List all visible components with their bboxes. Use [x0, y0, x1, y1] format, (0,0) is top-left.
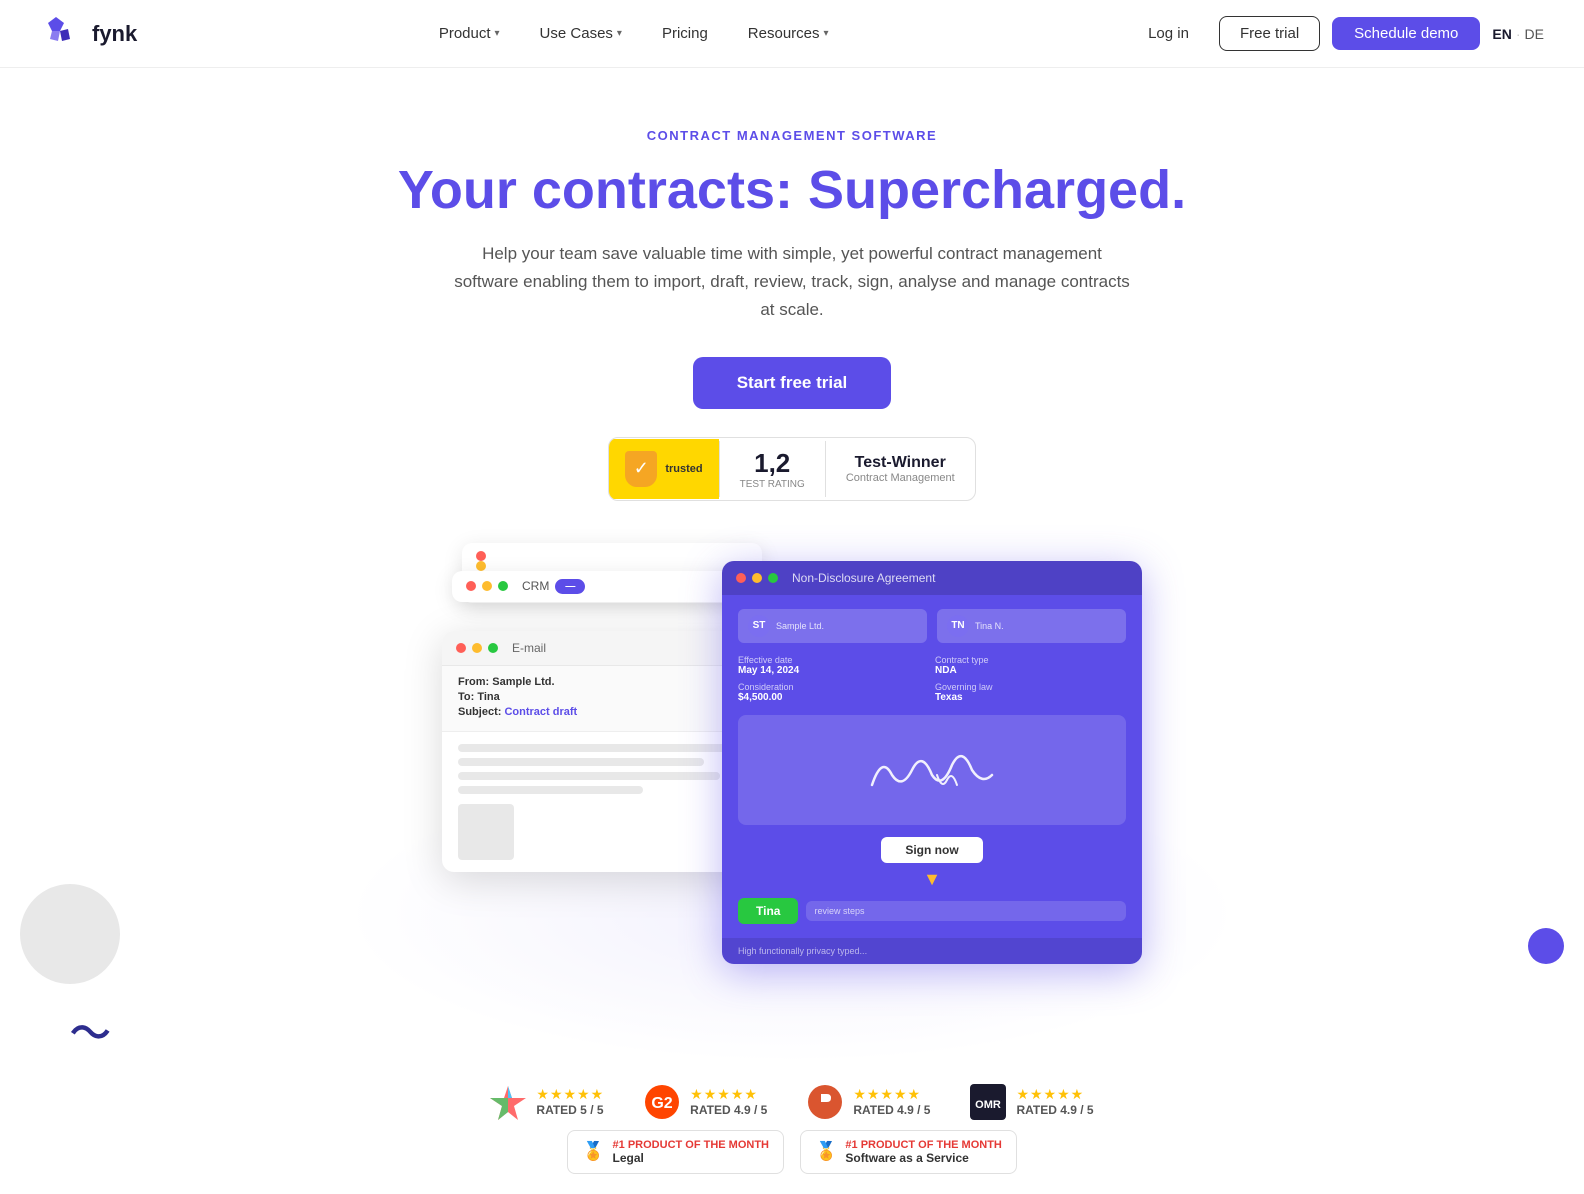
logo-icon: [40, 13, 82, 55]
schedule-demo-button[interactable]: Schedule demo: [1332, 17, 1480, 50]
nda-fields: Effective date May 14, 2024 Contract typ…: [738, 655, 1126, 703]
omr-logo: OMR: [970, 1084, 1006, 1120]
party1-avatar: ST: [748, 615, 770, 637]
nda-footer: High functionally privacy typed...: [722, 938, 1142, 964]
minimize-dot: [752, 573, 762, 583]
minimize-dot: [472, 643, 482, 653]
tina-button[interactable]: Tina: [738, 898, 798, 924]
logo[interactable]: fynk: [40, 13, 137, 55]
email-to: To: Tina: [458, 691, 766, 703]
chevron-down-icon: ▾: [824, 28, 829, 39]
expand-dot: [768, 573, 778, 583]
party2-name: Tina N.: [975, 621, 1004, 631]
nav-right: Log in Free trial Schedule demo EN · DE: [1130, 16, 1544, 51]
hero-title: Your contracts: Supercharged.: [20, 161, 1564, 220]
capterra-logo: [490, 1084, 526, 1120]
crm-pill: —: [555, 579, 585, 594]
badge-icon: 🏅: [582, 1141, 604, 1162]
consideration-field: Consideration $4,500.00: [738, 682, 929, 703]
g2-stars: ★★★★★: [690, 1086, 767, 1103]
email-line: [458, 786, 643, 794]
contract-type-field: Contract type NDA: [935, 655, 1126, 676]
badge-icon: 🏅: [815, 1141, 837, 1162]
trust-winner: Test-Winner Contract Management: [826, 444, 975, 494]
sign-arrow: ▼: [738, 869, 1126, 890]
producthunt-stars: ★★★★★: [853, 1086, 930, 1103]
product-badge-saas: 🏅 #1 PRODUCT OF THE MONTH Software as a …: [800, 1130, 1017, 1174]
signature-area: [738, 715, 1126, 825]
party2: TN Tina N.: [937, 609, 1126, 643]
trust-badge-left: ✓ trusted: [609, 439, 718, 499]
free-trial-button[interactable]: Free trial: [1219, 16, 1320, 51]
logo-text: fynk: [92, 21, 137, 47]
close-dot: [736, 573, 746, 583]
nda-window: Non-Disclosure Agreement ST Sample Ltd. …: [722, 561, 1142, 964]
product-badges: 🏅 #1 PRODUCT OF THE MONTH Legal 🏅 #1 PRO…: [0, 1130, 1584, 1194]
omr-stars: ★★★★★: [1016, 1086, 1093, 1103]
nda-content: ST Sample Ltd. TN Tina N. Effective date…: [722, 595, 1142, 938]
trust-score: 1,2 TEST RATING: [720, 438, 825, 500]
lang-en[interactable]: EN: [1492, 26, 1511, 42]
chevron-down-icon: ▾: [495, 28, 500, 39]
lang-de[interactable]: DE: [1525, 26, 1544, 42]
capterra-stars: ★★★★★: [536, 1086, 604, 1103]
capterra-label: RATED 5 / 5: [536, 1103, 604, 1117]
governing-law-field: Governing law Texas: [935, 682, 1126, 703]
party1: ST Sample Ltd.: [738, 609, 927, 643]
nav-pricing[interactable]: Pricing: [646, 17, 724, 50]
party2-avatar: TN: [947, 615, 969, 637]
screenshots-section: My files CRM — + E-mail: [0, 561, 1584, 1064]
email-line: [458, 758, 704, 766]
sign-now-container: Sign now: [738, 837, 1126, 863]
close-dot: [456, 643, 466, 653]
sign-steps: review steps: [806, 901, 1126, 921]
ratings-section: ★★★★★ RATED 5 / 5 G2 ★★★★★ RATED 4.9 / 5…: [0, 1064, 1584, 1130]
email-line: [458, 744, 735, 752]
screenshot-right: Non-Disclosure Agreement ST Sample Ltd. …: [722, 561, 1142, 964]
nav-resources[interactable]: Resources ▾: [732, 17, 845, 50]
nda-window-title: Non-Disclosure Agreement: [792, 571, 935, 585]
party1-name: Sample Ltd.: [776, 621, 824, 631]
nda-parties: ST Sample Ltd. TN Tina N.: [738, 609, 1126, 643]
svg-text:G2: G2: [652, 1095, 673, 1112]
login-button[interactable]: Log in: [1130, 17, 1207, 50]
nda-titlebar: Non-Disclosure Agreement: [722, 561, 1142, 595]
rating-capterra: ★★★★★ RATED 5 / 5: [490, 1084, 604, 1120]
decorative-circle-right: [1528, 928, 1564, 964]
decorative-squiggle: 〜: [68, 1012, 111, 1055]
nav-use-cases[interactable]: Use Cases ▾: [524, 17, 638, 50]
start-free-trial-button[interactable]: Start free trial: [693, 357, 892, 409]
language-switcher: EN · DE: [1492, 26, 1544, 42]
hero-tag: CONTRACT MANAGEMENT SOFTWARE: [20, 128, 1564, 143]
trusted-label: trusted: [665, 463, 702, 475]
nav-links: Product ▾ Use Cases ▾ Pricing Resources …: [423, 17, 845, 50]
signature-svg: [852, 735, 1012, 805]
product-badge-legal: 🏅 #1 PRODUCT OF THE MONTH Legal: [567, 1130, 784, 1174]
chevron-down-icon: ▾: [617, 28, 622, 39]
email-attachment-placeholder: [458, 804, 514, 860]
tina-bar: Tina review steps: [738, 898, 1126, 924]
email-from: From: Sample Ltd.: [458, 676, 766, 688]
decorative-circle-left: [20, 884, 120, 984]
trust-shield-icon: ✓: [625, 451, 657, 487]
email-subject: Subject: Contract draft: [458, 706, 766, 718]
producthunt-logo: [807, 1084, 843, 1120]
email-window-title: E-mail: [512, 641, 546, 655]
email-line: [458, 772, 720, 780]
hero-description: Help your team save valuable time with s…: [452, 240, 1132, 324]
g2-label: RATED 4.9 / 5: [690, 1103, 767, 1117]
g2-logo: G2: [644, 1084, 680, 1120]
rating-producthunt: ★★★★★ RATED 4.9 / 5: [807, 1084, 930, 1120]
rating-g2: G2 ★★★★★ RATED 4.9 / 5: [644, 1084, 767, 1120]
expand-dot: [488, 643, 498, 653]
navbar: fynk Product ▾ Use Cases ▾ Pricing Resou…: [0, 0, 1584, 68]
rating-omr: OMR ★★★★★ RATED 4.9 / 5: [970, 1084, 1093, 1120]
effective-date-field: Effective date May 14, 2024: [738, 655, 929, 676]
sign-now-button[interactable]: Sign now: [881, 837, 982, 863]
producthunt-label: RATED 4.9 / 5: [853, 1103, 930, 1117]
nav-product[interactable]: Product ▾: [423, 17, 516, 50]
trust-badge: ✓ trusted 1,2 TEST RATING Test-Winner Co…: [608, 437, 975, 501]
hero-section: CONTRACT MANAGEMENT SOFTWARE Your contra…: [0, 68, 1584, 521]
omr-label: RATED 4.9 / 5: [1016, 1103, 1093, 1117]
